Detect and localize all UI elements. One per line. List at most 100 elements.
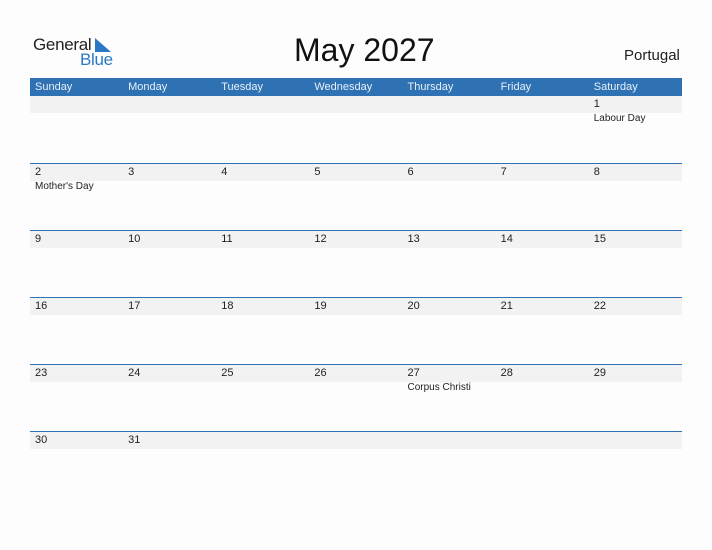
day-cell: 21 <box>496 298 589 315</box>
calendar-title: May 2027 <box>294 32 435 68</box>
week-row: 30 31 <box>30 431 682 498</box>
country-label: Portugal <box>624 47 680 64</box>
weekday-header: Sunday Monday Tuesday Wednesday Thursday… <box>30 78 682 96</box>
week-cells: 23 24 25 26 27 Corpus Christi 28 29 <box>30 365 682 394</box>
day-cell: 12 <box>309 231 402 248</box>
day-cell <box>403 96 496 125</box>
week-cells: 2 Mother's Day 3 4 5 6 7 8 <box>30 164 682 193</box>
day-cell: 20 <box>403 298 496 315</box>
week-cells: 9 10 11 12 13 14 15 <box>30 231 682 248</box>
weekday-saturday: Saturday <box>593 81 638 93</box>
week-cells: 30 31 <box>30 432 682 449</box>
day-number <box>408 432 496 449</box>
day-number: 22 <box>593 300 606 312</box>
weekday-tuesday: Tuesday <box>221 81 264 93</box>
day-cell: 15 <box>589 231 682 248</box>
day-cell: 19 <box>309 298 402 315</box>
week-cells: 1 Labour Day <box>30 96 682 125</box>
holiday-label: Corpus Christi <box>407 382 471 393</box>
day-cell <box>496 432 589 449</box>
day-cell <box>216 96 309 125</box>
day-number: 7 <box>500 166 507 178</box>
week-row: 23 24 25 26 27 Corpus Christi 28 29 <box>30 364 682 431</box>
day-cell <box>589 432 682 449</box>
day-cell: 9 <box>30 231 123 248</box>
day-number: 29 <box>593 367 606 379</box>
day-number: 11 <box>221 233 233 245</box>
day-number <box>221 96 309 113</box>
day-cell <box>309 432 402 449</box>
weekday-wednesday: Wednesday <box>314 81 373 93</box>
day-number: 21 <box>500 300 513 312</box>
week-row: 1 Labour Day <box>30 96 682 163</box>
weeks-container: 1 Labour Day 2 Mother's Day 3 4 5 6 7 8 9 10 11 12 13 1… <box>30 96 682 498</box>
day-number: 31 <box>128 434 141 446</box>
day-number <box>314 432 402 449</box>
day-cell: 4 <box>216 164 309 193</box>
day-cell: 25 <box>216 365 309 394</box>
day-cell: 7 <box>496 164 589 193</box>
day-number: 15 <box>593 233 606 245</box>
day-cell: 16 <box>30 298 123 315</box>
day-number: 30 <box>35 434 48 446</box>
day-cell: 22 <box>589 298 682 315</box>
brand-name-blue: Blue <box>80 50 113 69</box>
day-number: 9 <box>35 233 42 245</box>
day-number: 1 <box>593 98 600 110</box>
day-cell: 2 Mother's Day <box>30 164 123 193</box>
day-cell: 26 <box>309 365 402 394</box>
day-cell <box>216 432 309 449</box>
calendar-grid: Sunday Monday Tuesday Wednesday Thursday… <box>30 78 682 498</box>
day-cell: 13 <box>403 231 496 248</box>
day-number: 4 <box>221 166 228 178</box>
day-cell: 8 <box>589 164 682 193</box>
day-cell: 11 <box>216 231 309 248</box>
week-cells: 16 17 18 19 20 21 22 <box>30 298 682 315</box>
day-cell: 1 Labour Day <box>589 96 682 125</box>
day-number: 19 <box>314 300 327 312</box>
weekday-monday: Monday <box>128 81 168 93</box>
day-cell: 6 <box>403 164 496 193</box>
holiday-label: Labour Day <box>593 113 646 124</box>
day-number: 13 <box>407 233 420 245</box>
day-cell: 23 <box>30 365 123 394</box>
day-number: 28 <box>500 367 513 379</box>
day-cell: 17 <box>123 298 216 315</box>
day-number: 2 <box>35 166 42 178</box>
day-number <box>408 96 496 113</box>
day-number: 18 <box>221 300 234 312</box>
weekday-thursday: Thursday <box>407 81 454 93</box>
day-cell: 28 <box>496 365 589 394</box>
day-cell: 31 <box>123 432 216 449</box>
day-number: 8 <box>593 166 600 178</box>
day-cell: 18 <box>216 298 309 315</box>
day-number <box>221 432 309 449</box>
day-number: 26 <box>314 367 327 379</box>
day-cell: 29 <box>589 365 682 394</box>
day-number: 20 <box>407 300 420 312</box>
day-cell <box>123 96 216 125</box>
day-number: 10 <box>128 233 141 245</box>
day-number: 14 <box>500 233 513 245</box>
day-number: 17 <box>128 300 141 312</box>
day-cell: 5 <box>309 164 402 193</box>
brand-logo: General Blue <box>33 35 123 69</box>
day-cell: 24 <box>123 365 216 394</box>
day-number: 27 <box>407 367 420 379</box>
day-cell <box>309 96 402 125</box>
day-number <box>501 96 589 113</box>
day-number: 6 <box>407 166 414 178</box>
day-cell: 3 <box>123 164 216 193</box>
day-cell <box>403 432 496 449</box>
day-cell <box>30 96 123 125</box>
day-cell: 10 <box>123 231 216 248</box>
day-cell: 27 Corpus Christi <box>403 365 496 394</box>
day-number: 5 <box>314 166 321 178</box>
day-cell: 14 <box>496 231 589 248</box>
day-number: 24 <box>128 367 141 379</box>
day-number <box>594 432 682 449</box>
day-number <box>128 96 216 113</box>
weekday-friday: Friday <box>500 81 532 93</box>
day-number: 12 <box>314 233 327 245</box>
day-number: 23 <box>35 367 48 379</box>
